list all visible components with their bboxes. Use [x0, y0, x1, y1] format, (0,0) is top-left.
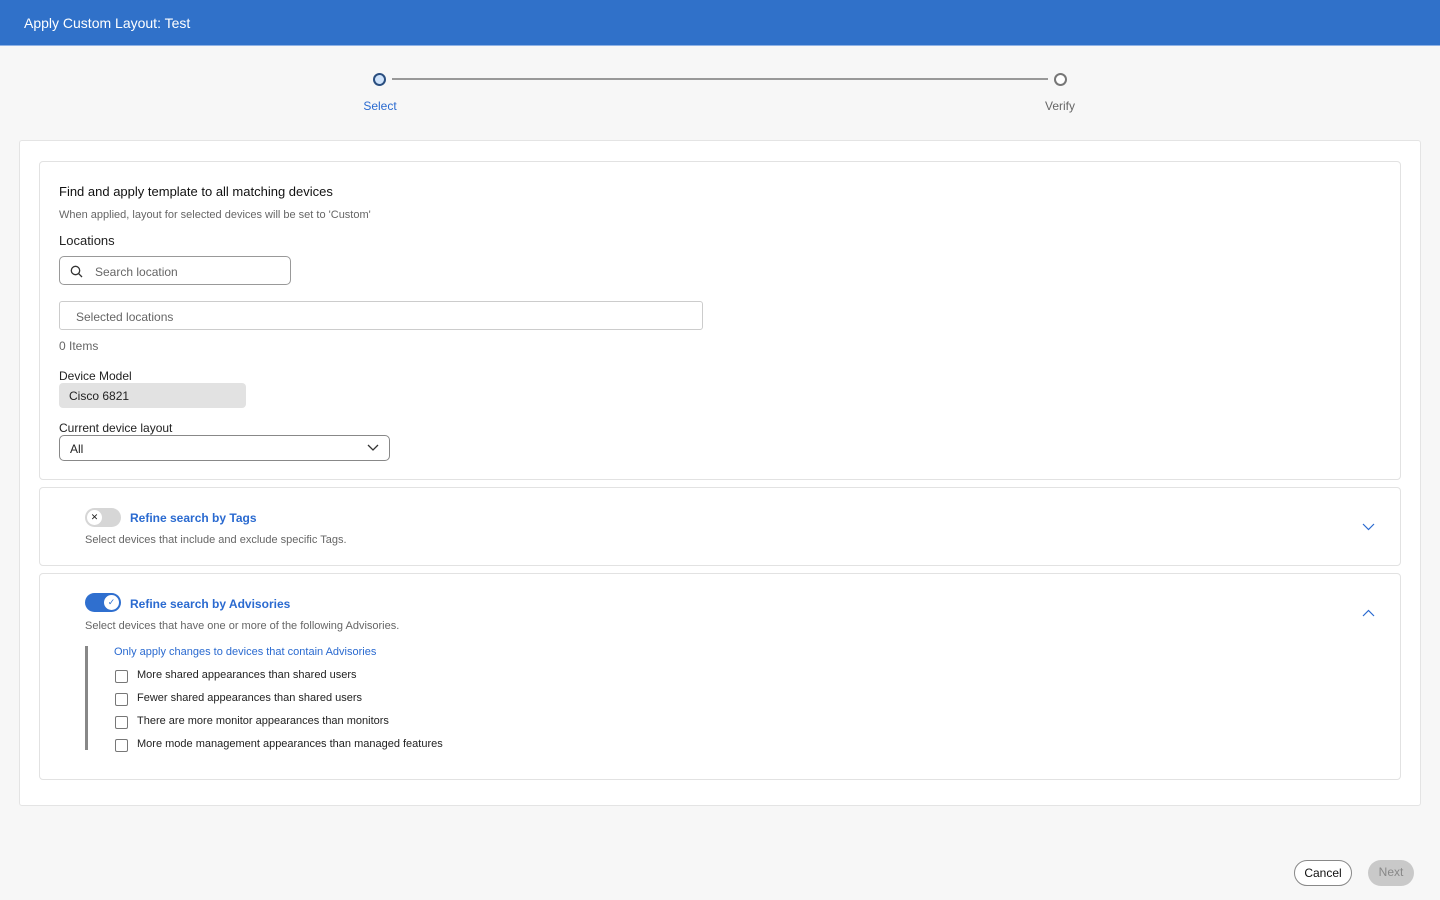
search-placeholder: Search location — [95, 265, 178, 279]
checkbox[interactable] — [115, 670, 128, 683]
checkbox[interactable] — [115, 693, 128, 706]
page-title: Apply Custom Layout: Test — [24, 15, 191, 31]
section-subtitle: When applied, layout for selected device… — [59, 209, 371, 221]
device-model-value: Cisco 6821 — [59, 383, 246, 408]
chevron-down-icon[interactable] — [1362, 523, 1375, 531]
step-select-indicator[interactable] — [373, 73, 386, 86]
check-icon: ✓ — [104, 595, 119, 610]
next-button[interactable]: Next — [1368, 860, 1414, 886]
advisories-toggle[interactable]: ✓ — [85, 593, 121, 612]
layout-label: Current device layout — [59, 421, 173, 435]
advisories-note: Only apply changes to devices that conta… — [114, 646, 377, 658]
header-bar: Apply Custom Layout: Test — [0, 0, 1440, 46]
step-verify-indicator[interactable] — [1054, 73, 1067, 86]
chevron-up-icon[interactable] — [1362, 609, 1375, 617]
checkbox[interactable] — [115, 739, 128, 752]
section-title: Find and apply template to all matching … — [59, 184, 333, 199]
step-verify-label: Verify — [1044, 99, 1075, 113]
advisories-indent-bar — [85, 646, 88, 750]
step-select-label: Select — [363, 99, 397, 113]
tags-card: ✕ Refine search by Tags Select devices t… — [39, 487, 1401, 566]
items-count: 0 Items — [59, 339, 99, 353]
stepper-line — [392, 78, 1048, 80]
search-location-input[interactable]: Search location — [59, 256, 291, 285]
chevron-down-icon — [367, 444, 379, 451]
locations-label: Locations — [59, 233, 115, 248]
selected-locations-placeholder: Selected locations — [76, 310, 174, 324]
x-icon: ✕ — [87, 510, 102, 525]
advisories-card: ✓ Refine search by Advisories Select dev… — [39, 573, 1401, 780]
layout-select-value: All — [70, 442, 84, 456]
search-icon — [70, 265, 83, 278]
tags-toggle[interactable]: ✕ — [85, 508, 121, 527]
checkbox[interactable] — [115, 716, 128, 729]
device-model-label: Device Model — [59, 369, 132, 383]
location-card: Find and apply template to all matching … — [39, 161, 1401, 480]
layout-select[interactable]: All — [59, 435, 390, 461]
tags-title[interactable]: Refine search by Tags — [130, 511, 257, 525]
selected-locations-field[interactable]: Selected locations — [59, 301, 703, 330]
tags-description: Select devices that include and exclude … — [85, 534, 347, 546]
advisories-title[interactable]: Refine search by Advisories — [130, 597, 290, 611]
advisories-description: Select devices that have one or more of … — [85, 620, 400, 632]
cancel-button[interactable]: Cancel — [1294, 860, 1352, 886]
